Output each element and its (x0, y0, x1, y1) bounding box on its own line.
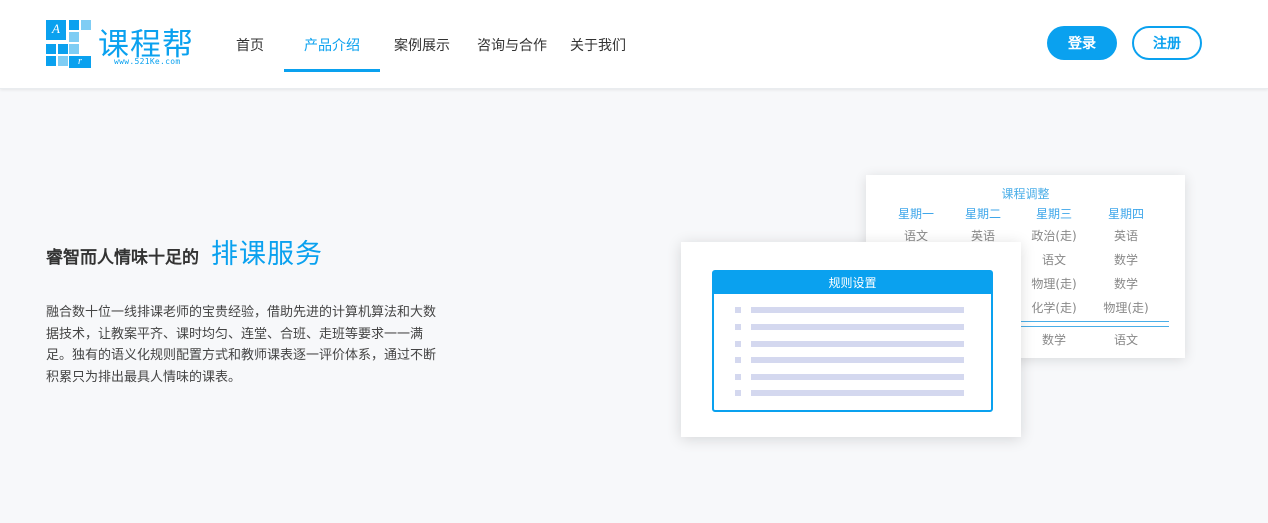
schedule-cell: 英语 (970, 229, 995, 243)
schedule-cell: 数学 (1041, 333, 1066, 347)
rule-panel: 规则设置 (712, 270, 993, 412)
schedule-cell: 物理(走) (1103, 301, 1149, 315)
schedule-day: 星期三 (1035, 207, 1072, 221)
nav-item-about[interactable]: 关于我们 (564, 0, 632, 89)
rule-row (735, 340, 965, 348)
nav-item-products[interactable]: 产品介绍 (284, 0, 380, 89)
logo-url: www.521Ke.com (114, 57, 181, 66)
schedule-cell: 物理(走) (1031, 277, 1077, 291)
schedule-cell: 语文 (1113, 333, 1138, 347)
rule-card: 规则设置 (681, 242, 1021, 437)
schedule-cell: 英语 (1113, 229, 1138, 243)
schedule-cell: 语文 (903, 229, 928, 243)
logo-letter-a: A (46, 20, 66, 40)
nav-item-home[interactable]: 首页 (216, 0, 284, 89)
schedule-cell: 语文 (1041, 253, 1066, 267)
nav-item-cases[interactable]: 案例展示 (384, 0, 460, 89)
schedule-cell: 政治(走) (1031, 229, 1077, 243)
schedule-day: 星期四 (1107, 207, 1144, 221)
login-button[interactable]: 登录 (1047, 26, 1117, 60)
schedule-day: 星期一 (897, 207, 934, 221)
site-logo[interactable]: A r 课程帮 www.521Ke.com (46, 18, 206, 72)
schedule-divider (1020, 321, 1169, 322)
hero-description: 融合数十位一线排课老师的宝贵经验，借助先进的计算机算法和大数据技术，让教案平齐、… (46, 305, 437, 385)
rule-panel-title: 规则设置 (714, 272, 991, 294)
hero-title-big: 排课服务 (211, 239, 323, 270)
nav-item-consult[interactable]: 咨询与合作 (460, 0, 564, 89)
schedule-cell: 数学 (1113, 277, 1138, 291)
main-nav: 首页 产品介绍 案例展示 咨询与合作 关于我们 (216, 0, 632, 89)
rule-row (735, 389, 965, 397)
logo-grid-icon: A r (46, 18, 96, 68)
schedule-cell: 数学 (1113, 253, 1138, 267)
hero-title: 睿智而人情味十足的 排课服务 (46, 232, 323, 271)
top-header: A r 课程帮 www.521Ke.com 首页 产品介绍 案例展示 咨询与合作… (0, 0, 1268, 89)
schedule-day: 星期二 (964, 207, 1001, 221)
rule-row (735, 306, 965, 314)
rule-row (735, 373, 965, 381)
rule-row (735, 323, 965, 331)
rule-row (735, 356, 965, 364)
logo-letter-r: r (69, 56, 91, 68)
register-button[interactable]: 注册 (1132, 26, 1202, 60)
hero-title-small: 睿智而人情味十足的 (46, 248, 199, 268)
schedule-divider (1020, 326, 1169, 327)
schedule-card-title: 课程调整 (1001, 187, 1050, 201)
schedule-cell: 化学(走) (1031, 301, 1077, 315)
